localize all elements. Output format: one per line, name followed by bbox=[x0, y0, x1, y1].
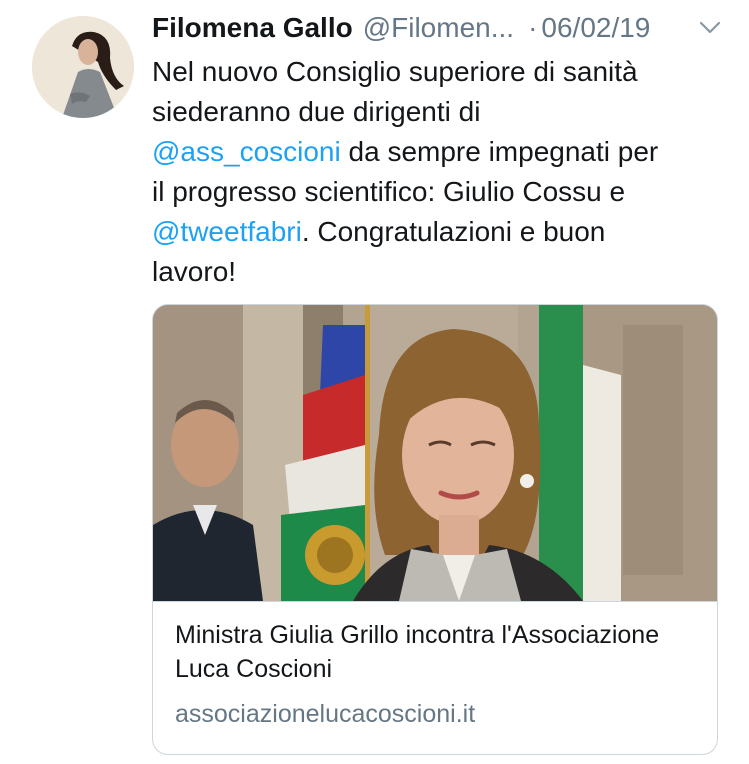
tweet-date[interactable]: 06/02/19 bbox=[541, 12, 650, 44]
tweet-text-line: il progresso scientifico: Giulio Cossu e bbox=[152, 176, 626, 207]
avatar-photo bbox=[32, 16, 134, 118]
mention-link-tweetfabri[interactable]: @tweetfabri bbox=[152, 216, 302, 247]
separator-dot: · bbox=[528, 12, 538, 43]
tweet-header: Filomena Gallo @Filomen... · 06/02/19 bbox=[152, 8, 722, 48]
card-image bbox=[153, 305, 717, 601]
chevron-down-icon[interactable] bbox=[698, 20, 722, 36]
avatar[interactable] bbox=[32, 16, 134, 118]
mention-link-ass-coscioni[interactable]: @ass_coscioni bbox=[152, 136, 341, 167]
tweet-text: Nel nuovo Consiglio superiore di sanità … bbox=[152, 52, 722, 292]
tweet-text-line: siederanno due dirigenti di bbox=[152, 96, 481, 127]
author-handle[interactable]: @Filomen... bbox=[363, 12, 514, 44]
card-title[interactable]: Ministra Giulia Grillo incontra l'Associ… bbox=[175, 618, 695, 686]
tweet-text-line: lavoro! bbox=[152, 256, 237, 287]
link-preview-card[interactable]: Ministra Giulia Grillo incontra l'Associ… bbox=[152, 304, 718, 755]
card-domain[interactable]: associazionelucacoscioni.it bbox=[175, 700, 475, 729]
tweet-text-line: @ass_coscioni da sempre impegnati per bbox=[152, 136, 659, 167]
tweet-text-line: @tweetfabri. Congratulazioni e buon bbox=[152, 216, 606, 247]
tweet-text-line: Nel nuovo Consiglio superiore di sanità bbox=[152, 56, 638, 87]
card-divider bbox=[153, 601, 717, 602]
author-name[interactable]: Filomena Gallo bbox=[152, 12, 353, 44]
